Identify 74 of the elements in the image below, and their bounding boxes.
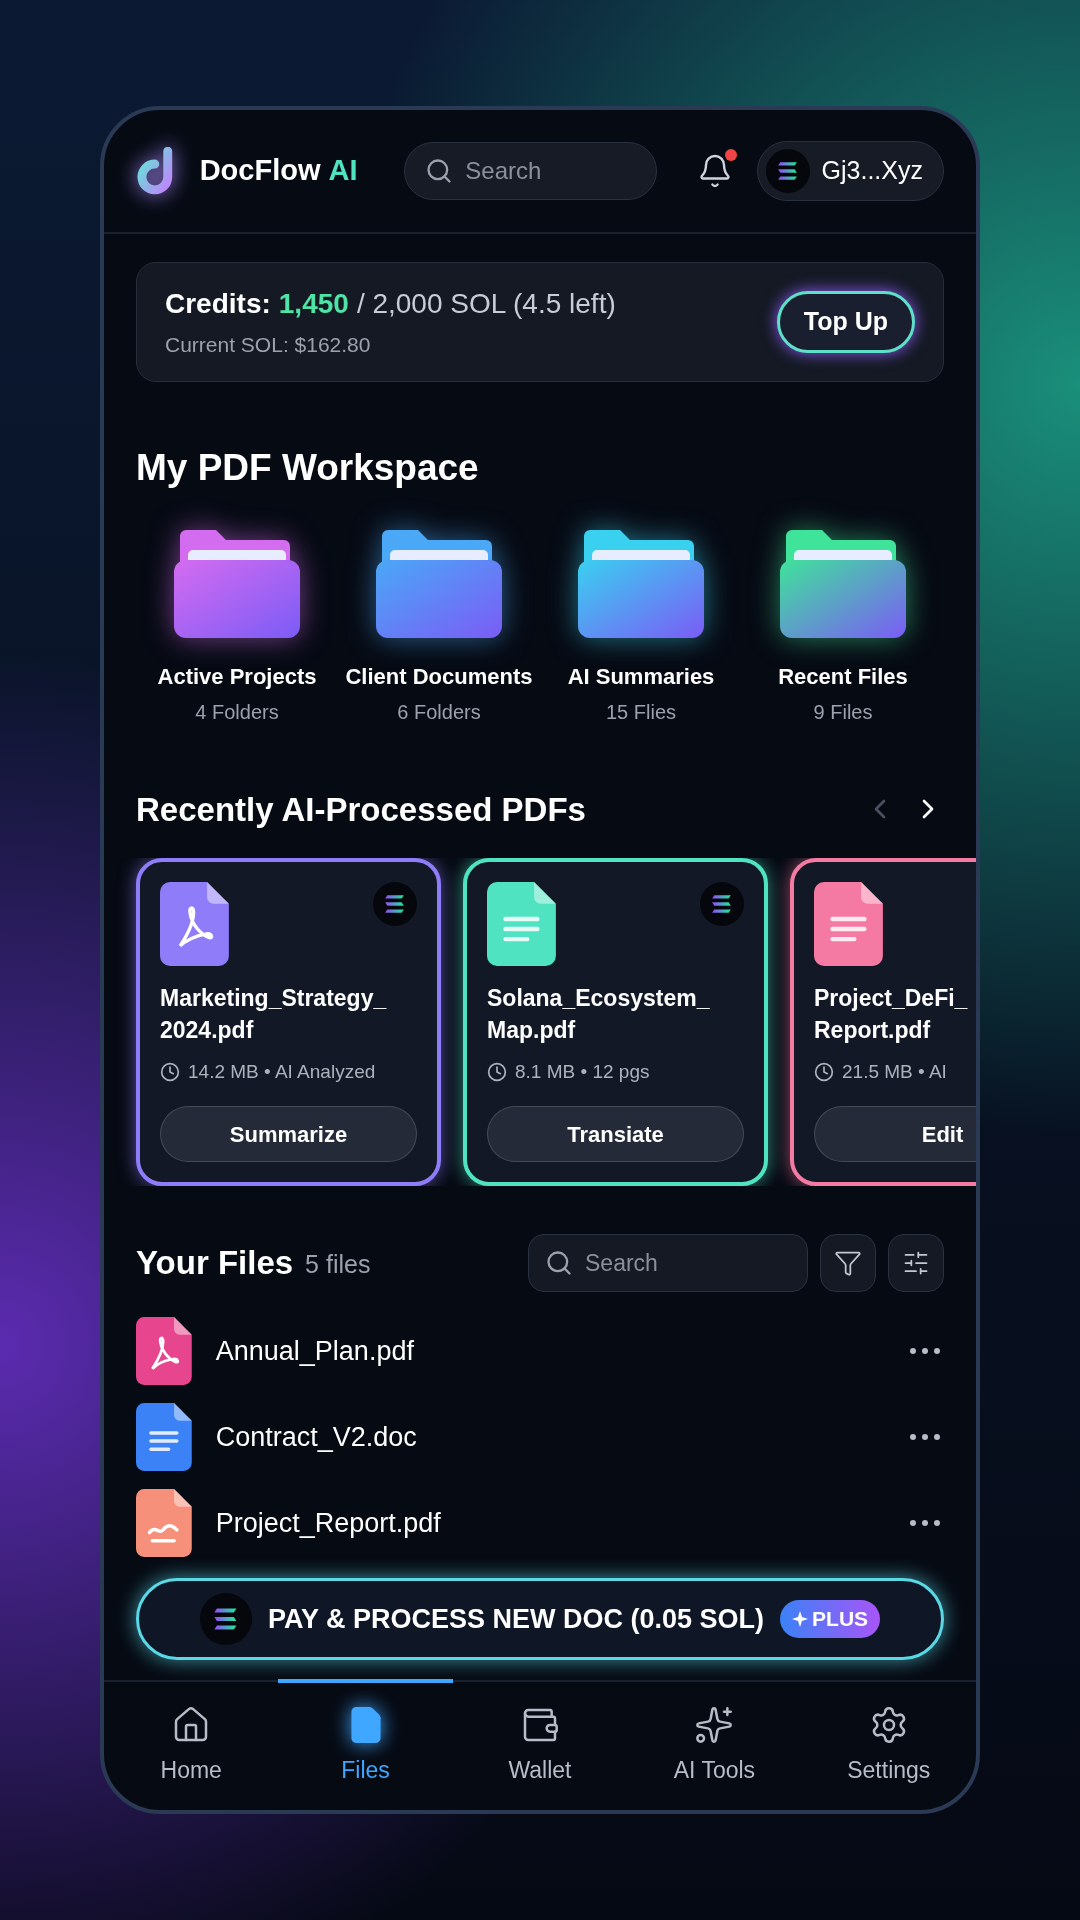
document-icon bbox=[136, 1489, 192, 1557]
more-button[interactable] bbox=[910, 1348, 940, 1354]
document-icon bbox=[136, 1403, 192, 1471]
document-card[interactable]: Marketing_Strategy_ 2024.pdf 14.2 MB • AI Analyzed Summarize bbox=[136, 858, 441, 1186]
document-name: Map.pdf bbox=[487, 1016, 577, 1045]
filter-button[interactable] bbox=[820, 1234, 876, 1292]
file-name[interactable]: Annual_Plan.pdf bbox=[215, 1330, 414, 1372]
coin-logo-icon bbox=[765, 149, 810, 193]
credits-label: Credits: bbox=[165, 287, 271, 322]
pdf-file-icon bbox=[160, 882, 229, 966]
action-button[interactable]: Summarize bbox=[160, 1106, 417, 1162]
coin-logo-icon bbox=[199, 1593, 252, 1645]
folder-name[interactable]: Recent Files bbox=[778, 659, 908, 693]
sparkles-icon bbox=[694, 1705, 735, 1746]
clock-icon bbox=[160, 1062, 180, 1083]
action-button[interactable]: Transiate bbox=[487, 1106, 744, 1162]
sliders-icon bbox=[902, 1249, 930, 1277]
top-up-button[interactable]: Top Up bbox=[776, 291, 915, 353]
document-name: Marketing_Strategy_ bbox=[160, 984, 388, 1013]
section-title: Your Files bbox=[136, 1243, 294, 1284]
coin-logo-icon bbox=[373, 882, 417, 926]
more-button[interactable] bbox=[910, 1434, 940, 1440]
document-name: Project_DeFi_ bbox=[814, 984, 969, 1013]
section-title: My PDF Workspace bbox=[136, 446, 480, 490]
folder-name[interactable]: Client Documents bbox=[345, 659, 533, 693]
search-field[interactable]: Search bbox=[528, 1234, 808, 1292]
folder-count: 9 Files bbox=[813, 699, 873, 725]
search-field[interactable]: Search bbox=[404, 142, 657, 200]
pdf-file-icon bbox=[136, 1317, 192, 1385]
file-count: 5 files bbox=[305, 1249, 371, 1281]
action-button[interactable]: Edit bbox=[814, 1106, 976, 1162]
more-button[interactable] bbox=[910, 1520, 940, 1526]
folder-count: 15 Flies bbox=[606, 699, 676, 725]
section-title: Recently AI-Processed PDFs bbox=[136, 789, 586, 830]
more-icon bbox=[910, 1348, 940, 1354]
sol-price: Current SOL: $162.80 bbox=[165, 332, 372, 359]
document-meta: 14.2 MB • AI Analyzed bbox=[188, 1060, 376, 1084]
document-name: Solana_Ecosystem_ bbox=[487, 984, 711, 1013]
brand-name: DocFlow bbox=[199, 153, 321, 189]
plus-badge: PLUS bbox=[780, 1600, 881, 1638]
credits-used: 1,450 bbox=[278, 287, 349, 322]
clock-icon bbox=[814, 1062, 834, 1083]
nav-tab[interactable]: Files bbox=[278, 1679, 453, 1810]
wallet-button[interactable]: Gj3...Xyz bbox=[756, 141, 944, 201]
nav-tab[interactable]: AI Tools bbox=[627, 1679, 802, 1810]
more-icon bbox=[910, 1434, 940, 1440]
search-icon bbox=[545, 1249, 573, 1277]
sort-button[interactable] bbox=[888, 1234, 944, 1292]
folder-count: 6 Folders bbox=[397, 699, 481, 725]
document-icon bbox=[487, 882, 556, 966]
credits-total: / 2,000 SOL (4.5 left) bbox=[356, 287, 616, 322]
nav-tab[interactable]: Settings bbox=[801, 1679, 976, 1810]
document-name: 2024.pdf bbox=[160, 1016, 255, 1045]
nav-tab[interactable]: Home bbox=[104, 1679, 279, 1810]
document-card[interactable]: Project_DeFi_ Report.pdf 21.5 MB • AI Edit bbox=[790, 858, 976, 1186]
document-card[interactable]: Solana_Ecosystem_ Map.pdf 8.1 MB • 12 pgs Transiate bbox=[463, 858, 768, 1186]
coin-logo-icon bbox=[700, 882, 744, 926]
folder-name[interactable]: AI Summaries bbox=[567, 659, 715, 693]
sparkle-icon bbox=[792, 1611, 809, 1627]
more-icon bbox=[910, 1520, 940, 1526]
clock-icon bbox=[487, 1062, 507, 1083]
folder-name[interactable]: Active Projects bbox=[157, 659, 317, 693]
search-icon bbox=[425, 157, 454, 185]
file-name[interactable]: Contract_V2.doc bbox=[215, 1416, 417, 1458]
folder-count: 4 Folders bbox=[195, 699, 279, 725]
filter-icon bbox=[834, 1249, 862, 1277]
nav-tab[interactable]: Wallet bbox=[452, 1679, 628, 1810]
document-icon bbox=[814, 882, 883, 966]
document-name: Report.pdf bbox=[814, 1016, 932, 1045]
pay-process-button[interactable]: PAY & PROCESS NEW DOC (0.05 SOL) PLUS bbox=[136, 1578, 944, 1660]
file-name[interactable]: Project_Report.pdf bbox=[215, 1502, 441, 1544]
document-meta: 8.1 MB • 12 pgs bbox=[515, 1060, 650, 1084]
brand-accent: AI bbox=[328, 153, 358, 189]
document-meta: 21.5 MB • AI bbox=[842, 1060, 947, 1084]
